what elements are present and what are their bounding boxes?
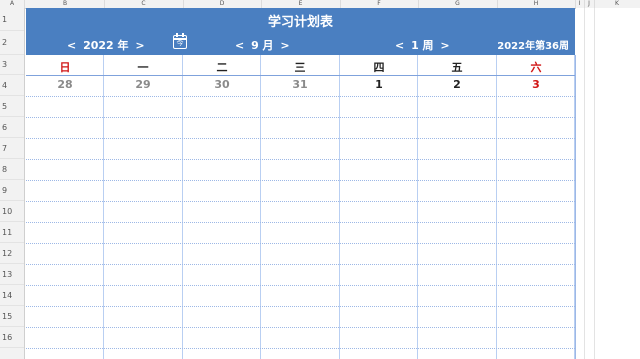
- date-label-tue: 30: [214, 78, 230, 91]
- column-header-K[interactable]: K: [594, 0, 640, 8]
- calendar-ring-right: [182, 33, 184, 37]
- weekday-label-tue: 二: [216, 61, 228, 74]
- calendar-ring-left: [176, 33, 178, 37]
- column-header-F[interactable]: F: [340, 0, 419, 8]
- calendar-today-icon[interactable]: 今: [173, 33, 187, 49]
- year-label: 2022 年: [83, 39, 129, 52]
- row-header-11[interactable]: 11: [0, 222, 24, 243]
- column-header-B[interactable]: B: [26, 0, 105, 8]
- row-header-5[interactable]: 5: [0, 96, 24, 117]
- sheet-column-divider: [584, 8, 585, 359]
- planner-header: 学习计划表 < 2022 年 > 今 < 9 月 > < 1 周 > 2022年…: [26, 8, 575, 55]
- day-column-thu[interactable]: 四 1: [340, 55, 418, 359]
- row-headers: 1 2 3 4 5 6 7 8 9 10 11 12 13 14 15 16: [0, 8, 25, 359]
- prev-year-button[interactable]: <: [64, 39, 79, 52]
- day-column-tue[interactable]: 二 30: [183, 55, 261, 359]
- weekday-label-wed: 三: [294, 61, 306, 74]
- weekday-label-sun: 日: [59, 61, 71, 74]
- date-label-thu: 1: [375, 78, 383, 91]
- row-header-16[interactable]: 16: [0, 327, 24, 348]
- row-header-15[interactable]: 15: [0, 306, 24, 327]
- next-week-button[interactable]: >: [437, 39, 452, 52]
- day-column-fri[interactable]: 五 2: [418, 55, 497, 359]
- date-label-mon: 29: [135, 78, 151, 91]
- weekday-label-sat: 六: [530, 61, 542, 74]
- row-header-10[interactable]: 10: [0, 201, 24, 222]
- grid-line: [26, 138, 575, 139]
- week-navigator: < 1 周 >: [392, 37, 453, 53]
- row-header-12[interactable]: 12: [0, 243, 24, 264]
- blank-sheet-area[interactable]: [576, 8, 640, 359]
- row-header-1[interactable]: 1: [0, 8, 24, 31]
- weekday-label-fri: 五: [451, 61, 463, 74]
- week-summary: 2022年第36周: [497, 41, 569, 52]
- row-header-7[interactable]: 7: [0, 138, 24, 159]
- day-column-sun[interactable]: 日 28: [26, 55, 104, 359]
- column-header-E[interactable]: E: [261, 0, 341, 8]
- prev-week-button[interactable]: <: [392, 39, 407, 52]
- grid-line: [26, 180, 575, 181]
- weekday-label-mon: 一: [137, 61, 149, 74]
- next-year-button[interactable]: >: [132, 39, 147, 52]
- row-header-3[interactable]: 3: [0, 55, 24, 75]
- grid-line: [26, 96, 575, 97]
- grid-line: [26, 264, 575, 265]
- weekday-label-thu: 四: [373, 61, 385, 74]
- month-navigator: < 9 月 >: [232, 37, 293, 53]
- row-header-9[interactable]: 9: [0, 180, 24, 201]
- planner-grid: 日 28 一 29 二 30 三 31 四 1 五 2 六 3: [26, 55, 576, 359]
- grid-line: [26, 348, 575, 349]
- sheet-column-divider: [594, 8, 595, 359]
- column-header-D[interactable]: D: [183, 0, 262, 8]
- column-header-C[interactable]: C: [104, 0, 184, 8]
- date-label-sun: 28: [57, 78, 73, 91]
- row-header-8[interactable]: 8: [0, 159, 24, 180]
- grid-line: [26, 243, 575, 244]
- grid-line: [26, 159, 575, 160]
- next-month-button[interactable]: >: [277, 39, 292, 52]
- column-header-A[interactable]: A: [0, 0, 25, 8]
- day-column-sat[interactable]: 六 3: [497, 55, 575, 359]
- grid-line: [26, 222, 575, 223]
- row-header-2[interactable]: 2: [0, 31, 24, 55]
- row-header-4[interactable]: 4: [0, 75, 24, 96]
- grid-line: [26, 327, 575, 328]
- prev-month-button[interactable]: <: [232, 39, 247, 52]
- date-label-sat: 3: [532, 78, 540, 91]
- column-header-G[interactable]: G: [418, 0, 498, 8]
- grid-line: [26, 201, 575, 202]
- grid-line: [26, 306, 575, 307]
- calendar-today-text: 今: [176, 39, 184, 47]
- date-label-wed: 31: [292, 78, 308, 91]
- grid-line: [26, 75, 575, 76]
- grid-line: [26, 285, 575, 286]
- day-column-wed[interactable]: 三 31: [261, 55, 340, 359]
- planner-title: 学习计划表: [267, 15, 333, 30]
- month-label: 9 月: [251, 39, 274, 52]
- week-number-label: 1 周: [411, 39, 434, 52]
- date-label-fri: 2: [453, 78, 461, 91]
- row-header-13[interactable]: 13: [0, 264, 24, 285]
- row-header-6[interactable]: 6: [0, 117, 24, 138]
- year-navigator: < 2022 年 >: [64, 37, 148, 53]
- row-header-14[interactable]: 14: [0, 285, 24, 306]
- column-header-H[interactable]: H: [497, 0, 576, 8]
- grid-line: [26, 117, 575, 118]
- day-column-mon[interactable]: 一 29: [104, 55, 183, 359]
